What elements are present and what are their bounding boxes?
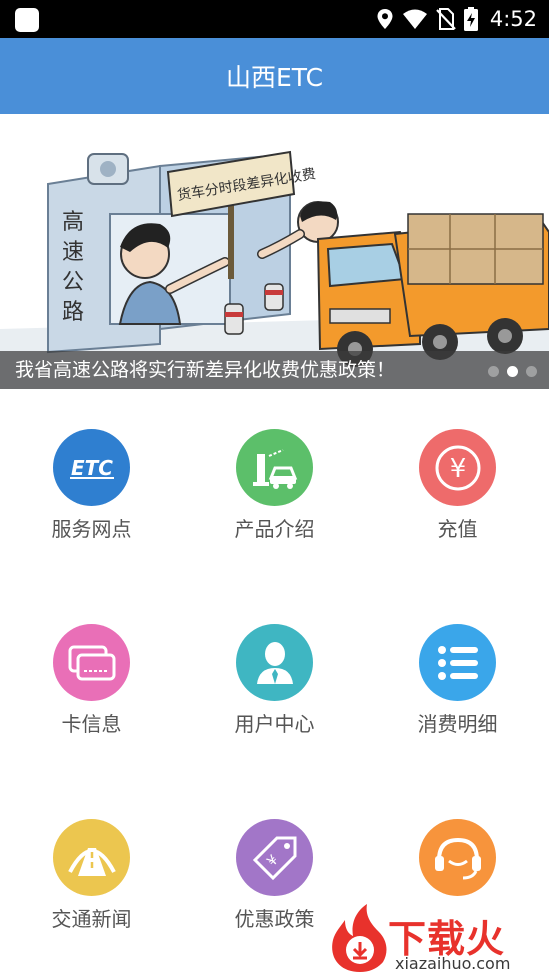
tag-yen-glyph: ¥ [264,852,282,870]
no-sim-icon [436,8,456,30]
etc-lane-car-icon [236,429,313,506]
banner-caption[interactable]: 我省高速公路将实行新差异化收费优惠政策！ [0,351,549,389]
status-icons: 4:52 [376,0,537,38]
booth-text-2: 速 [62,240,84,265]
wifi-icon [402,9,427,29]
watermark-url: xiazaihuo.com [395,954,511,973]
flame-logo-icon [332,904,387,972]
news-banner-carousel[interactable]: 高 速 公 路 货车分时段差异化收费 我省高速公路将实行新差异化收费优惠政策！ [0,114,549,389]
carousel-indicator [488,366,537,377]
grid-item-card-info[interactable]: 卡信息 [0,584,183,779]
location-icon [377,9,393,29]
grid-item-user-center[interactable]: 用户中心 [183,584,366,779]
carousel-dot[interactable] [526,366,537,377]
discount-tag-icon: ¥ [236,819,313,896]
booth-text-3: 公 [62,270,84,295]
grid-item-label: 充值 [437,517,478,541]
watermark-logo: 下载火 xiazaihuo.com [325,902,549,976]
list-icon [419,624,496,701]
grid-item-label: 用户中心 [234,712,315,736]
status-bar: 4:52 [0,0,549,38]
grid-item-label: 消费明细 [417,712,498,736]
road-icon [53,819,130,896]
carousel-dot[interactable] [488,366,499,377]
grid-item-traffic-news[interactable]: 交通新闻 [0,779,183,974]
feature-grid: ETC 服务网点 产品介绍 ¥ 充值 卡信息 用户中心 消费明细 交通新闻 ¥ … [0,389,549,976]
grid-item-label: 卡信息 [61,712,122,736]
booth-text-1: 高 [62,210,84,235]
notification-icon [15,8,39,32]
cards-icon [53,624,130,701]
grid-item-recharge[interactable]: ¥ 充值 [366,389,549,584]
yen-glyph: ¥ [449,454,466,484]
user-icon [236,624,313,701]
customer-service-headset-icon [419,819,496,896]
etc-logo-icon: ETC [53,429,130,506]
app-bar: 山西ETC [0,38,549,114]
yen-coin-icon: ¥ [419,429,496,506]
app-title: 山西ETC [225,63,324,92]
booth-text-4: 路 [62,300,84,325]
grid-item-label: 服务网点 [51,517,132,541]
grid-item-label: 交通新闻 [51,907,132,931]
grid-item-product-intro[interactable]: 产品介绍 [183,389,366,584]
grid-item-spending-details[interactable]: 消费明细 [366,584,549,779]
battery-charging-icon [463,7,478,31]
clock: 4:52 [489,7,537,31]
etc-logo-text: ETC [71,456,113,480]
banner-illustration: 高 速 公 路 货车分时段差异化收费 [0,114,549,389]
grid-item-service-outlets[interactable]: ETC 服务网点 [0,389,183,584]
carousel-dot-active[interactable] [507,366,518,377]
grid-item-label: 产品介绍 [234,517,315,541]
